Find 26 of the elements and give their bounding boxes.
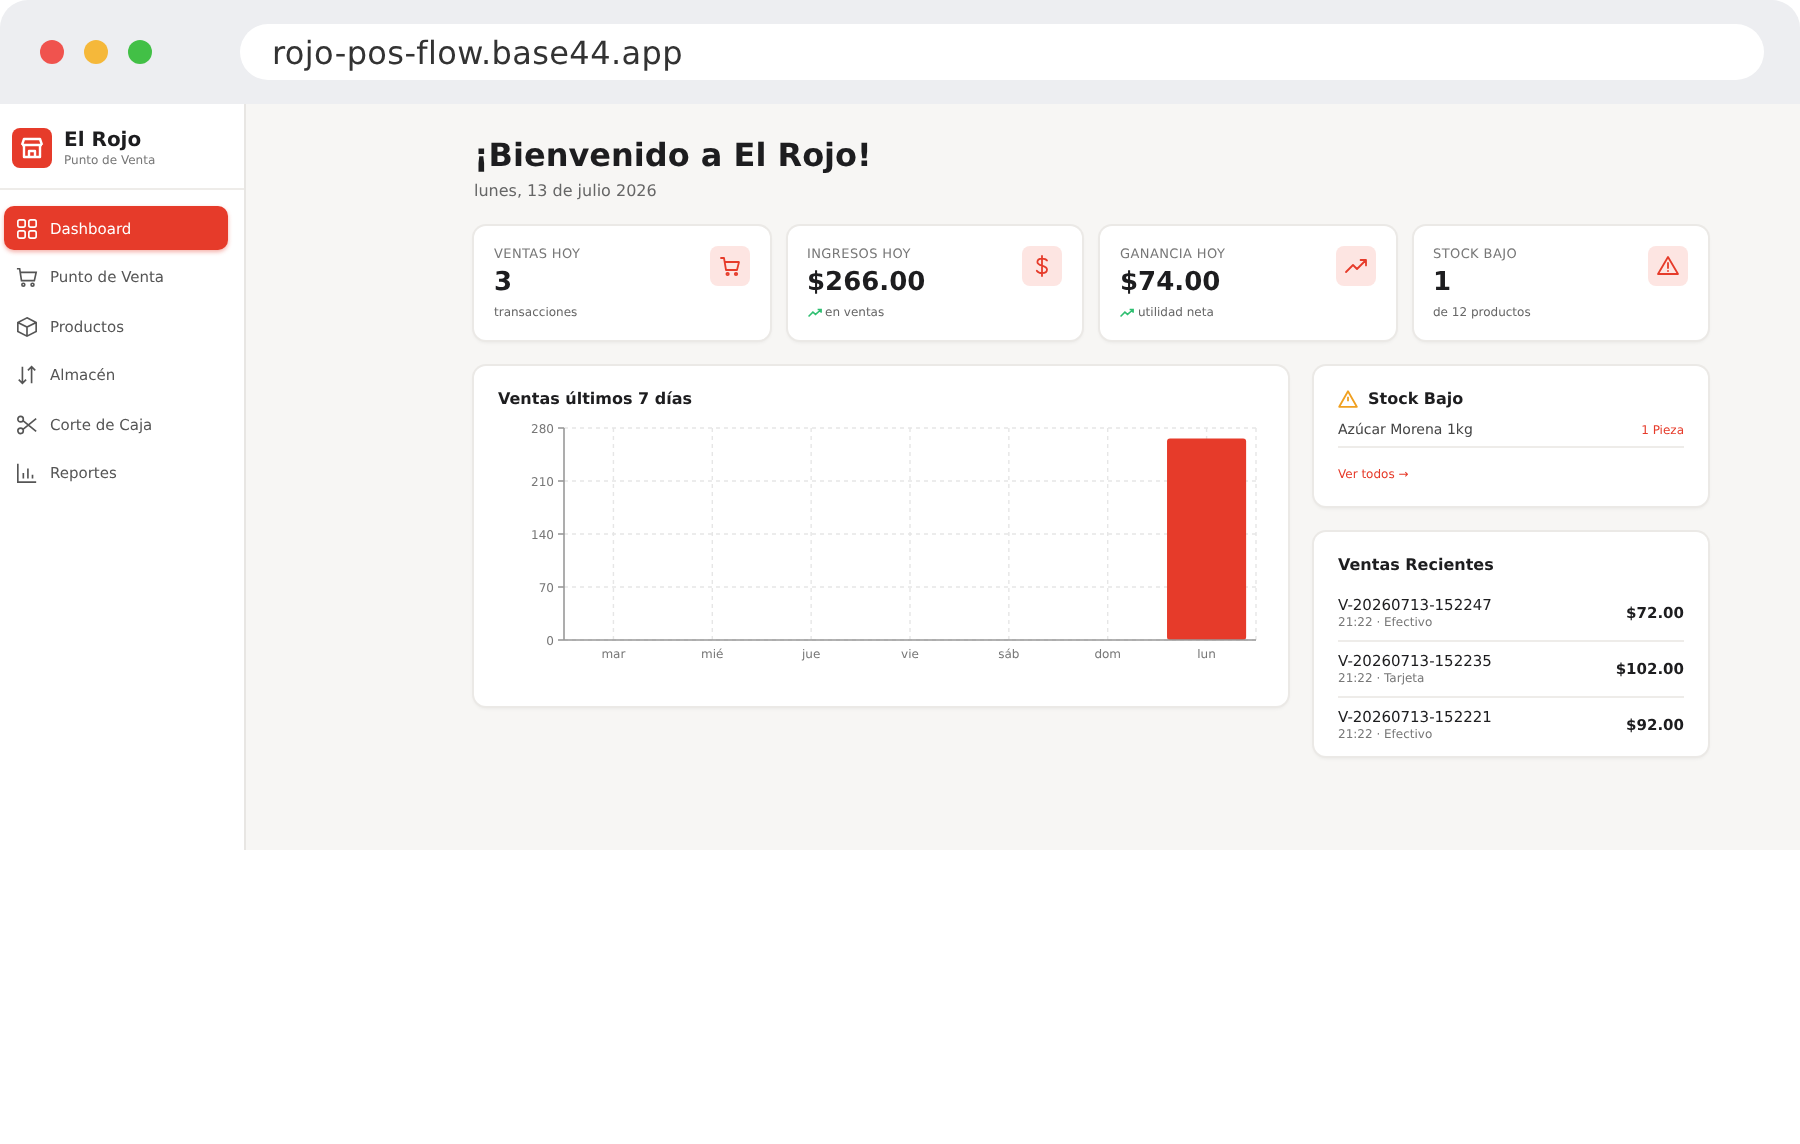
stat-value: 3 — [494, 268, 515, 298]
trend-up-icon — [1335, 246, 1375, 286]
warning-icon — [1338, 390, 1358, 408]
cart-icon — [709, 246, 749, 286]
stat-value: 1 — [1433, 268, 1454, 298]
maximize-dot-icon[interactable] — [128, 40, 152, 64]
card-title: Ventas Recientes — [1338, 556, 1496, 574]
scissors-icon — [16, 413, 38, 435]
box-icon — [16, 315, 38, 337]
dollar-icon — [1022, 246, 1062, 286]
date-text: lunes, 13 de julio 2026 — [474, 182, 659, 200]
chart-title: Ventas últimos 7 días — [498, 390, 695, 408]
stat-value: $266.00 — [807, 268, 926, 298]
brand-name: El Rojo — [64, 129, 144, 151]
address-bar[interactable]: rojo-pos-flow.base44.app — [240, 24, 1764, 80]
arrows-icon — [16, 364, 38, 386]
close-dot-icon[interactable] — [40, 40, 64, 64]
minimize-dot-icon[interactable] — [84, 40, 108, 64]
bar-chart-icon — [16, 462, 38, 484]
page-title: ¡Bienvenido a El Rojo! — [474, 136, 874, 174]
cart-icon — [16, 266, 38, 288]
store-logo-icon — [12, 128, 52, 168]
grid-icon — [16, 217, 38, 239]
stat-value: $74.00 — [1120, 268, 1223, 298]
card-title: Stock Bajo — [1368, 390, 1464, 408]
warning-icon — [1648, 246, 1688, 286]
